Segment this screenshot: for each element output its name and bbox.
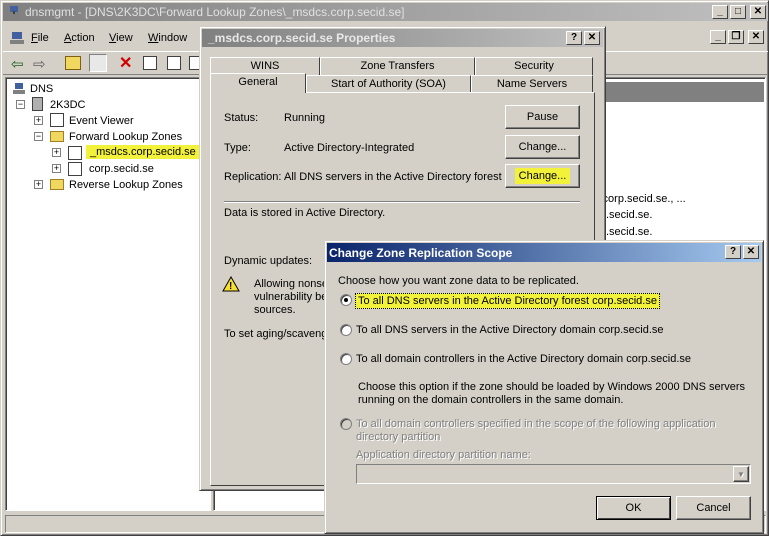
forward-zones-folder-icon (50, 131, 64, 142)
expand-forward-zones-icon[interactable]: − (34, 132, 43, 141)
result-line-3[interactable]: .secid.se. (606, 226, 652, 238)
cancel-button[interactable]: Cancel (676, 496, 751, 520)
expand-reverse-zones-icon[interactable]: + (34, 180, 43, 189)
tab-security[interactable]: Security (475, 57, 593, 75)
change-replication-button[interactable]: Change... (505, 164, 580, 188)
tab-general[interactable]: General (210, 73, 306, 93)
results-header-band (594, 82, 764, 102)
partition-name-label: Application directory partition name: (356, 449, 531, 461)
properties-icon[interactable] (143, 56, 157, 70)
replication-scope-dialog: Change Zone Replication Scope ? ✕ Choose… (324, 240, 764, 534)
expand-corp-icon[interactable]: + (52, 164, 61, 173)
child-minimize-icon[interactable]: _ (710, 30, 726, 44)
warning-icon: ! (222, 275, 240, 292)
option-domain-dc-radio[interactable] (340, 353, 352, 365)
warning-line-3: sources. (254, 304, 296, 316)
scope-title: Change Zone Replication Scope (329, 246, 513, 260)
refresh-icon[interactable] (167, 56, 181, 70)
stored-text: Data is stored in Active Directory. (224, 207, 386, 219)
tree-pane: DNS − 2K3DC + Event Viewer − Forward Loo… (5, 77, 211, 511)
result-line-1[interactable]: c.corp.secid.se., ... (594, 193, 686, 205)
option-forest-radio[interactable] (340, 294, 352, 306)
option-domain-dns-label[interactable]: To all DNS servers in the Active Directo… (356, 324, 664, 336)
partition-name-select: ▼ (356, 464, 751, 484)
tree-zone-msdcs[interactable]: _msdcs.corp.secid.se (86, 145, 200, 159)
scope-titlebar[interactable]: Change Zone Replication Scope ? ✕ (327, 243, 761, 262)
server-icon (32, 97, 43, 111)
option-partition-radio (340, 418, 352, 430)
zone-msdcs-icon (68, 146, 82, 160)
replication-label: Replication: (224, 171, 282, 183)
dns-app-icon (7, 5, 21, 19)
tree-forward-zones[interactable]: Forward Lookup Zones (69, 131, 182, 143)
tab-zone-transfers[interactable]: Zone Transfers (320, 57, 475, 75)
warning-line-2: vulnerability be (254, 291, 328, 303)
main-titlebar[interactable]: dnsmgmt - [DNS\2K3DC\Forward Lookup Zone… (3, 3, 768, 21)
event-viewer-icon (50, 113, 64, 127)
dynamic-updates-label: Dynamic updates: (224, 255, 313, 267)
up-folder-icon[interactable] (65, 56, 81, 70)
back-icon[interactable]: ⇦ (11, 55, 24, 73)
show-tree-icon[interactable] (89, 54, 107, 72)
tree-dns-root[interactable]: DNS (30, 83, 53, 95)
zone-corp-icon (68, 162, 82, 176)
forward-icon[interactable]: ⇨ (33, 55, 46, 73)
replication-value: All DNS servers in the Active Directory … (284, 171, 502, 183)
menu-action[interactable]: Action (64, 32, 95, 44)
expand-msdcs-icon[interactable]: + (52, 148, 61, 157)
maximize-icon[interactable]: □ (730, 5, 746, 19)
separator (224, 201, 580, 203)
option-partition-line-1: To all domain controllers specified in t… (356, 418, 716, 430)
tree-event-viewer[interactable]: Event Viewer (69, 115, 134, 127)
close-icon[interactable]: ✕ (750, 5, 766, 19)
tree-reverse-zones[interactable]: Reverse Lookup Zones (69, 179, 183, 191)
main-title: dnsmgmt - [DNS\2K3DC\Forward Lookup Zone… (25, 5, 405, 19)
option-domain-dns-radio[interactable] (340, 324, 352, 336)
child-close-icon[interactable]: ✕ (748, 30, 764, 44)
option-domain-dc-label[interactable]: To all domain controllers in the Active … (356, 353, 691, 365)
status-label: Status: (224, 112, 259, 124)
dns-root-icon (12, 82, 26, 96)
properties-close-icon[interactable]: ✕ (584, 31, 600, 45)
result-line-2[interactable]: .secid.se. (606, 209, 652, 221)
scope-help-icon[interactable]: ? (725, 245, 741, 259)
scope-close-icon[interactable]: ✕ (743, 245, 759, 259)
menu-file[interactable]: File (31, 32, 49, 44)
minimize-icon[interactable]: _ (712, 5, 728, 19)
type-label: Type: (224, 142, 251, 154)
status-value: Running (284, 112, 325, 124)
change-type-button[interactable]: Change... (505, 135, 580, 159)
tab-soa[interactable]: Start of Authority (SOA) (306, 75, 471, 93)
ok-button[interactable]: OK (596, 496, 671, 520)
expand-event-viewer-icon[interactable]: + (34, 116, 43, 125)
menu-view[interactable]: View (109, 32, 133, 44)
tab-name-servers[interactable]: Name Servers (471, 75, 593, 93)
partition-dropdown-icon: ▼ (733, 466, 749, 482)
reverse-zones-folder-icon (50, 179, 64, 190)
mmc-doc-icon[interactable] (9, 30, 25, 46)
properties-title: _msdcs.corp.secid.se Properties (208, 31, 396, 45)
option-domain-dc-note-2: running on the domain controllers in the… (358, 394, 624, 406)
delete-icon[interactable]: ✕ (119, 53, 132, 73)
pause-button[interactable]: Pause (505, 105, 580, 129)
option-forest-label[interactable]: To all DNS servers in the Active Directo… (355, 293, 660, 309)
option-domain-dc-note-1: Choose this option if the zone should be… (358, 381, 746, 393)
expand-server-icon[interactable]: − (16, 100, 25, 109)
menu-window[interactable]: Window (148, 32, 187, 44)
aging-text: To set aging/scaveng (224, 328, 328, 340)
properties-help-icon[interactable]: ? (566, 31, 582, 45)
properties-titlebar[interactable]: _msdcs.corp.secid.se Properties ? ✕ (202, 29, 603, 47)
child-restore-icon[interactable]: ❐ (728, 30, 744, 44)
tree-zone-corp[interactable]: corp.secid.se (89, 163, 154, 175)
tree-server[interactable]: 2K3DC (50, 99, 85, 111)
warning-line-1: Allowing nonse (254, 278, 328, 290)
scope-prompt: Choose how you want zone data to be repl… (338, 275, 579, 287)
change-replication-label: Change... (514, 168, 571, 184)
svg-text:!: ! (229, 281, 232, 292)
option-partition-line-2: directory partition (356, 431, 441, 443)
type-value: Active Directory-Integrated (284, 142, 415, 154)
